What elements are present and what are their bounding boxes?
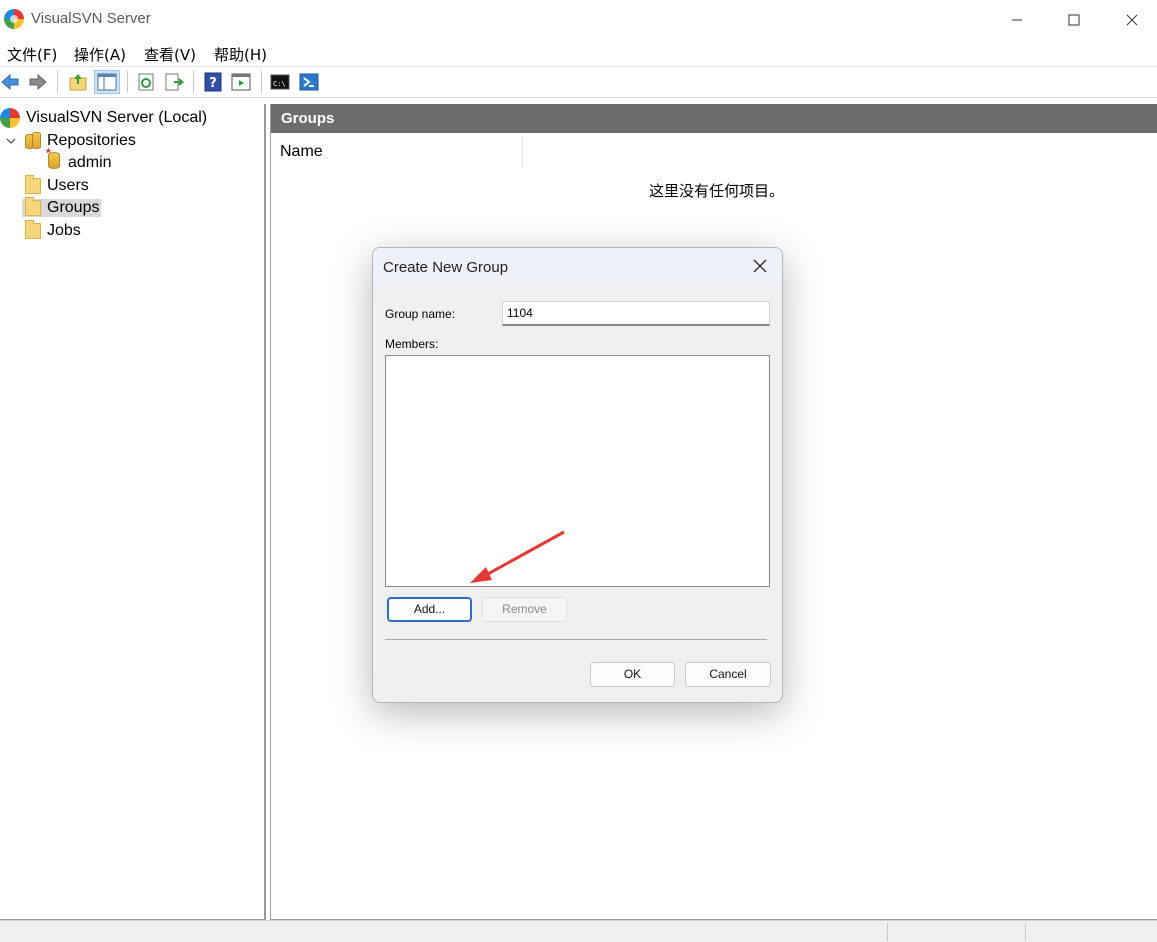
members-list[interactable] [385,355,770,587]
export-list-icon[interactable] [164,72,184,92]
repositories-icon [25,131,41,149]
tree-item-root[interactable]: VisualSVN Server (Local) [0,107,207,129]
repository-icon: * [46,146,68,174]
menu-help[interactable]: 帮助(H) [214,44,267,65]
toolbar-separator [261,71,262,93]
help-icon[interactable]: ? [203,72,223,92]
minimize-icon [1012,19,1022,20]
menu-file[interactable]: 文件(F) [7,44,57,65]
dialog-title: Create New Group [383,259,509,276]
tree-item-label: Groups [47,199,100,216]
create-group-dialog: Create New Group Group name: Members: Ad… [372,247,783,703]
window-title: VisualSVN Server [31,10,151,27]
properties-icon[interactable] [231,72,251,92]
app-window: VisualSVN Server 文件(F) 操作(A) 查看(V) 帮助(H) [0,0,1157,942]
svg-text:C:\: C:\ [273,80,286,88]
remove-member-button[interactable]: Remove [482,597,567,622]
tree-item-label: Users [47,177,89,194]
menu-bar: 文件(F) 操作(A) 查看(V) 帮助(H) [0,39,1157,67]
toolbar: ? C:\ [0,67,1157,98]
refresh-icon[interactable] [136,72,156,92]
tree-item-jobs[interactable]: Jobs [25,220,81,242]
svg-text:?: ? [209,76,217,91]
cancel-button[interactable]: Cancel [685,662,771,687]
folder-icon [25,197,41,216]
tree-item-users[interactable]: Users [25,175,89,197]
column-header-name[interactable]: Name [271,137,523,167]
powershell-icon[interactable] [299,72,319,92]
show-hide-tree-button[interactable] [94,70,120,94]
up-folder-icon[interactable] [68,72,88,92]
status-separator [1025,923,1026,941]
ok-button[interactable]: OK [590,662,675,687]
status-separator [887,923,888,941]
dialog-title-bar: Create New Group [373,248,782,286]
toolbar-separator [193,71,194,93]
dialog-close-button[interactable] [748,254,772,278]
tree-item-label: admin [68,154,112,171]
add-member-button[interactable]: Add... [387,597,472,622]
title-bar: VisualSVN Server [0,0,1157,39]
new-item-star-icon: * [46,146,51,160]
members-label: Members: [385,337,439,351]
tree-pane: VisualSVN Server (Local) Repositories * … [0,104,266,920]
tree-item-label: Repositories [47,132,136,149]
menu-view[interactable]: 查看(V) [144,44,196,65]
folder-icon [25,220,41,239]
group-name-label: Group name: [385,307,456,321]
menu-action[interactable]: 操作(A) [74,44,126,65]
tree-item-admin-repo[interactable]: * admin [46,146,112,174]
pane-header: Groups [271,104,1157,133]
dialog-divider [385,639,767,640]
toolbar-separator [127,71,128,93]
show-hide-tree-icon [97,73,117,91]
toolbar-separator [57,71,58,93]
folder-icon [25,175,41,194]
close-icon [753,259,767,273]
tree-item-label: VisualSVN Server (Local) [26,109,208,126]
back-arrow-icon[interactable] [0,72,20,92]
close-icon [1126,14,1138,25]
status-bar [0,920,1157,942]
empty-list-message: 这里没有任何项目。 [649,182,785,200]
visualsvn-server-icon [0,108,20,128]
visualsvn-logo-icon [4,9,24,29]
chevron-down-icon[interactable] [5,135,17,147]
console-icon[interactable]: C:\ [270,72,290,92]
tree-item-repositories[interactable]: Repositories [5,130,136,152]
forward-arrow-icon[interactable] [28,72,48,92]
maximize-button[interactable] [1045,0,1103,39]
minimize-button[interactable] [988,0,1046,39]
maximize-icon [1068,14,1080,25]
selected-highlight: Groups [22,197,102,217]
group-name-input[interactable] [502,301,770,326]
tree-item-groups[interactable]: Groups [22,197,102,219]
tree-item-label: Jobs [47,222,81,239]
close-window-button[interactable] [1103,0,1157,39]
